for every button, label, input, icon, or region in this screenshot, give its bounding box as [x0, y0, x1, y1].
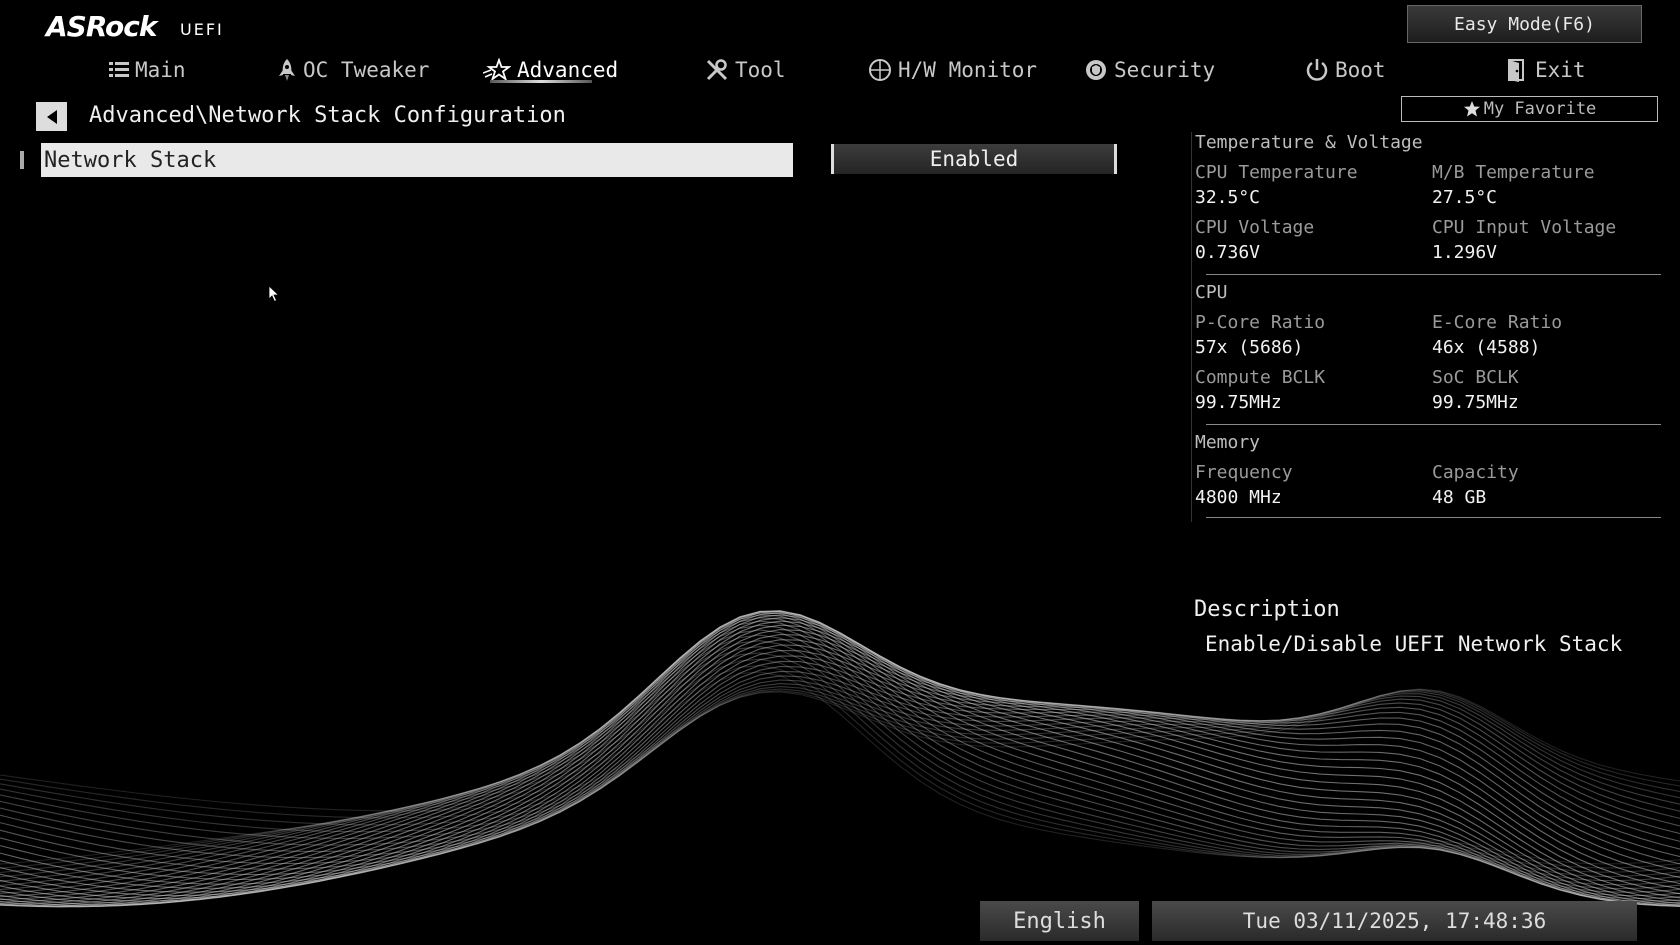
cpu-voltage-label: CPU Voltage [1195, 217, 1315, 238]
memory-frequency-value: 4800 MHz [1195, 487, 1282, 508]
compute-bclk-value: 99.75MHz [1195, 392, 1282, 413]
cpu-input-voltage-value: 1.296V [1432, 242, 1498, 263]
uefi-label: UEFI [180, 20, 224, 39]
tab-exit-label: Exit [1535, 58, 1586, 82]
description-title: Description [1194, 597, 1340, 622]
tab-boot-label: Boot [1335, 58, 1386, 82]
cpu-input-voltage-label: CPU Input Voltage [1432, 217, 1617, 238]
tab-tool[interactable]: Tool [705, 50, 786, 90]
tab-tool-label: Tool [735, 58, 786, 82]
back-button[interactable] [36, 102, 67, 131]
cpu-temp-label: CPU Temperature [1195, 162, 1358, 183]
memory-section-title: Memory [1195, 432, 1261, 453]
power-icon [1306, 59, 1328, 81]
monitor-icon [869, 59, 891, 81]
star-icon [1463, 101, 1480, 117]
tab-exit[interactable]: Exit [1507, 50, 1586, 90]
easy-mode-button[interactable]: Easy Mode(F6) [1407, 5, 1642, 43]
language-button[interactable]: English [980, 901, 1139, 941]
memory-frequency-label: Frequency [1195, 462, 1293, 483]
tab-hw-monitor-label: H/W Monitor [898, 58, 1038, 82]
tab-oc-tweaker-label: OC Tweaker [303, 58, 430, 82]
tab-main-label: Main [135, 58, 186, 82]
active-tab-underline [490, 80, 592, 83]
my-favorite-button[interactable]: My Favorite [1401, 96, 1658, 122]
divider [1206, 424, 1661, 425]
mb-temp-value: 27.5°C [1432, 187, 1498, 208]
breadcrumb: Advanced\Network Stack Configuration [89, 103, 566, 128]
tab-advanced[interactable]: Advanced [483, 50, 618, 90]
list-icon [109, 62, 129, 77]
mouse-cursor-icon [268, 285, 280, 303]
mb-temp-label: M/B Temperature [1432, 162, 1595, 183]
cpu-voltage-value: 0.736V [1195, 242, 1261, 263]
memory-capacity-value: 48 GB [1432, 487, 1487, 508]
tab-hw-monitor[interactable]: H/W Monitor [868, 50, 1037, 90]
compute-bclk-label: Compute BCLK [1195, 367, 1326, 388]
exit-icon [1508, 59, 1524, 82]
pcore-ratio-label: P-Core Ratio [1195, 312, 1326, 333]
system-info-panel: Temperature & Voltage CPU Temperature 32… [1191, 132, 1662, 522]
divider [1206, 517, 1661, 518]
datetime-display: Tue 03/11/2025, 17:48:36 [1152, 901, 1637, 941]
my-favorite-label: My Favorite [1483, 99, 1597, 119]
network-stack-option[interactable]: Network Stack [41, 143, 793, 177]
tab-advanced-label: Advanced [517, 58, 619, 82]
description-text: Enable/Disable UEFI Network Stack [1205, 632, 1623, 656]
tab-oc-tweaker[interactable]: OC Tweaker [277, 50, 429, 90]
main-nav: Main OC Tweaker Advanced Tool H/W Monito… [0, 50, 1680, 90]
shield-icon [1086, 60, 1106, 80]
back-arrow-icon [46, 109, 57, 124]
row-marker [20, 151, 24, 169]
memory-capacity-label: Capacity [1432, 462, 1519, 483]
rocket-icon [279, 59, 295, 81]
tab-boot[interactable]: Boot [1305, 50, 1386, 90]
pcore-ratio-value: 57x (5686) [1195, 337, 1304, 358]
asrock-logo: ASRock [46, 10, 157, 43]
tab-security[interactable]: Security [1084, 50, 1215, 90]
star-icon [483, 58, 511, 82]
ecore-ratio-label: E-Core Ratio [1432, 312, 1563, 333]
soc-bclk-value: 99.75MHz [1432, 392, 1519, 413]
soc-bclk-label: SoC BCLK [1432, 367, 1519, 388]
tab-main[interactable]: Main [109, 50, 186, 90]
temp-voltage-title: Temperature & Voltage [1195, 132, 1423, 153]
divider [1206, 274, 1661, 275]
cpu-section-title: CPU [1195, 282, 1228, 303]
wrench-icon [706, 59, 728, 81]
cpu-temp-value: 32.5°C [1195, 187, 1261, 208]
ecore-ratio-value: 46x (4588) [1432, 337, 1541, 358]
tab-security-label: Security [1114, 58, 1216, 82]
network-stack-value-button[interactable]: Enabled [831, 144, 1117, 174]
